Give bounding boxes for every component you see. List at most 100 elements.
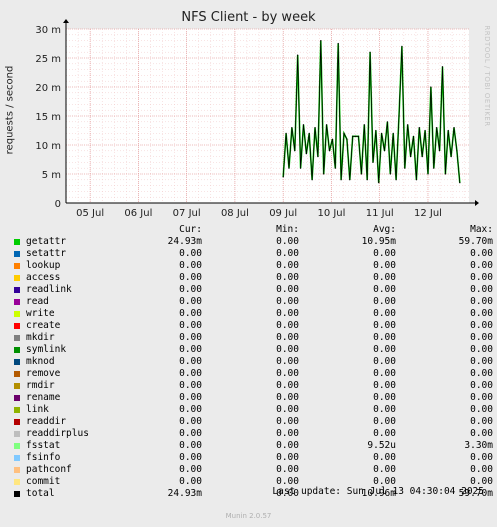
legend-cur: 0.00 xyxy=(179,368,202,379)
data-point xyxy=(320,40,322,42)
legend-avg: 0.00 xyxy=(373,296,396,307)
legend-row-mkdir: mkdir 0.00 0.00 0.00 0.00 xyxy=(12,332,493,344)
x-tick-label: 11 Jul xyxy=(366,208,394,219)
legend-avg: 0.00 xyxy=(373,380,396,391)
legend-swatch-access xyxy=(14,275,20,281)
data-point xyxy=(282,176,284,178)
legend-name: access xyxy=(26,272,61,283)
legend-row-symlink: symlink 0.00 0.00 0.00 0.00 xyxy=(12,344,493,356)
y-tick-label: 20 m xyxy=(35,83,61,94)
legend-max: 0.00 xyxy=(470,284,493,295)
chart-area: 0 5 m 10 m 15 m 20 m 25 m 30 m 05 Jul 06 Jul 07 J… xyxy=(35,19,479,219)
legend-name: fsstat xyxy=(26,440,61,451)
legend-name: fsinfo xyxy=(26,452,61,463)
data-point xyxy=(326,124,328,126)
legend-name: readdirplus xyxy=(26,428,89,439)
y-tick-label: 25 m xyxy=(35,54,61,65)
data-point xyxy=(349,179,351,181)
legend-row-access: access 0.00 0.00 0.00 0.00 xyxy=(12,272,493,284)
legend-row-readdir: readdir 0.00 0.00 0.00 0.00 xyxy=(12,416,493,428)
header-max: Max: xyxy=(470,224,493,235)
legend-min: 0.00 xyxy=(276,392,299,403)
legend-name: total xyxy=(26,488,55,499)
x-tick-label: 10 Jul xyxy=(317,208,345,219)
legend-cur: 0.00 xyxy=(179,320,202,331)
x-axis-arrow xyxy=(475,200,479,206)
data-point xyxy=(415,179,417,181)
legend-name: symlink xyxy=(26,344,67,355)
legend-row-fsstat: fsstat 0.00 0.00 9.52u 3.30m xyxy=(12,440,493,452)
data-point xyxy=(421,156,423,158)
legend-avg: 0.00 xyxy=(373,248,396,259)
legend-name: mkdir xyxy=(26,332,55,343)
legend-row-write: write 0.00 0.00 0.00 0.00 xyxy=(12,308,493,320)
data-point xyxy=(447,129,449,132)
legend-min: 0.00 xyxy=(276,248,299,259)
legend-min: 0.00 xyxy=(276,284,299,295)
data-point xyxy=(401,45,403,48)
legend-cur: 24.93m xyxy=(167,236,202,247)
legend-swatch-write xyxy=(14,311,20,317)
legend-avg: 0.00 xyxy=(373,404,396,415)
legend-min: 0.00 xyxy=(276,308,299,319)
legend-min: 0.00 xyxy=(276,260,299,271)
legend-name: rmdir xyxy=(26,380,55,391)
legend-swatch-getattr xyxy=(14,239,20,245)
legend-swatch-total xyxy=(14,491,20,497)
data-point xyxy=(346,138,348,140)
legend-max: 0.00 xyxy=(470,452,493,463)
legend-min: 0.00 xyxy=(276,452,299,463)
legend-min: 0.00 xyxy=(276,296,299,307)
legend-cur: 24.93m xyxy=(167,488,202,499)
munin-version: Munin 2.0.57 xyxy=(225,512,272,520)
legend-swatch-mkdir xyxy=(14,335,20,341)
legend-max: 0.00 xyxy=(470,308,493,319)
legend-min: 0.00 xyxy=(276,368,299,379)
legend-max: 0.00 xyxy=(470,380,493,391)
legend-cur: 0.00 xyxy=(179,452,202,463)
legend-name: commit xyxy=(26,476,61,487)
legend-name: create xyxy=(26,320,61,331)
legend-min: 0.00 xyxy=(276,404,299,415)
data-point xyxy=(369,51,371,53)
legend-cur: 0.00 xyxy=(179,392,202,403)
data-point xyxy=(328,150,331,152)
legend-row-rename: rename 0.00 0.00 0.00 0.00 xyxy=(12,392,493,404)
legend-min: 0.00 xyxy=(276,416,299,427)
legend-min: 0.00 xyxy=(276,356,299,367)
legend-swatch-read xyxy=(14,299,20,305)
legend-avg: 0.00 xyxy=(373,416,396,427)
data-point xyxy=(340,179,342,181)
y-tick-label: 0 xyxy=(55,199,61,210)
legend-swatch-fsstat xyxy=(14,443,20,449)
legend-swatch-create xyxy=(14,323,20,329)
legend-row-readdirplus: readdirplus 0.00 0.00 0.00 0.00 xyxy=(12,428,493,440)
data-point xyxy=(441,66,444,68)
legend-swatch-commit xyxy=(14,479,20,485)
data-point xyxy=(285,132,287,134)
legend-swatch-remove xyxy=(14,371,20,377)
legend-cur: 0.00 xyxy=(179,476,202,487)
legend-min: 0.00 xyxy=(276,380,299,391)
legend-avg: 0.00 xyxy=(373,356,396,367)
data-point xyxy=(352,135,354,137)
legend-cur: 0.00 xyxy=(179,440,202,451)
data-point xyxy=(398,115,400,117)
data-point xyxy=(456,150,458,152)
legend-min: 0.00 xyxy=(276,332,299,343)
data-point xyxy=(343,132,345,134)
legend-swatch-readlink xyxy=(14,287,20,293)
legend-name: mknod xyxy=(26,356,55,367)
y-tick-label: 5 m xyxy=(42,170,61,181)
legend-cur: 0.00 xyxy=(179,356,202,367)
legend-row-read: read 0.00 0.00 0.00 0.00 xyxy=(12,296,493,308)
legend-cur: 0.00 xyxy=(179,344,202,355)
legend-row-link: link 0.00 0.00 0.00 0.00 xyxy=(12,404,493,416)
legend-avg: 0.00 xyxy=(373,392,396,403)
legend-min: 0.00 xyxy=(276,236,299,247)
legend-cur: 0.00 xyxy=(179,332,202,343)
legend-name: remove xyxy=(26,368,61,379)
legend-name: setattr xyxy=(26,248,67,259)
y-tick-label: 10 m xyxy=(35,141,61,152)
legend-max: 0.00 xyxy=(470,392,493,403)
